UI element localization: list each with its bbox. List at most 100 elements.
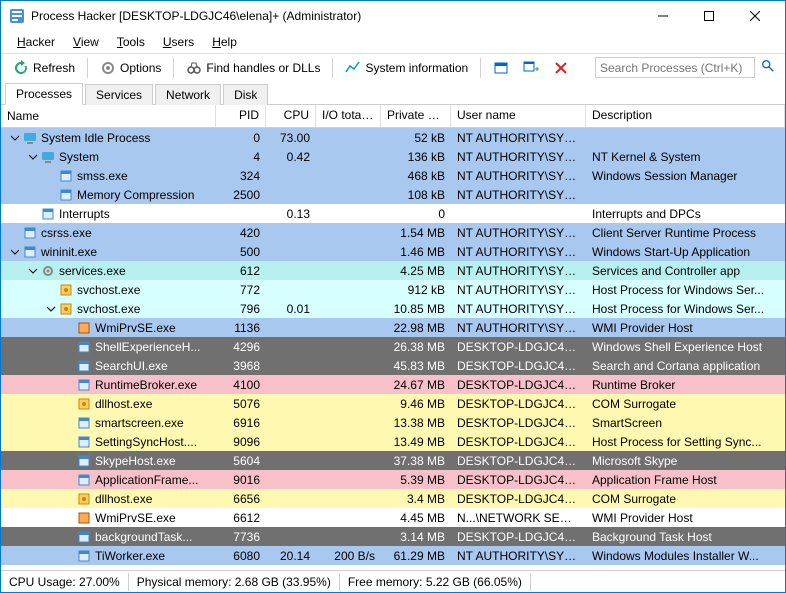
grid-body[interactable]: System Idle Process073.0052 kBNT AUTHORI… bbox=[1, 128, 785, 570]
process-row[interactable]: ShellExperienceH...429626.38 MBDESKTOP-L… bbox=[1, 337, 785, 356]
tab-disk[interactable]: Disk bbox=[223, 84, 268, 105]
cell-user: NT AUTHORITY\SYSTEM bbox=[451, 245, 586, 259]
cell-desc: Windows Start-Up Application bbox=[586, 245, 785, 259]
process-row[interactable]: svchost.exe772912 kBNT AUTHORITY\SYSTEMH… bbox=[1, 280, 785, 299]
col-cpu[interactable]: CPU bbox=[266, 105, 316, 127]
sysinfo-button[interactable]: System information bbox=[339, 57, 474, 79]
col-io[interactable]: I/O total ... bbox=[316, 105, 381, 127]
cell-pid: 5076 bbox=[216, 397, 266, 411]
chart-icon bbox=[345, 60, 361, 76]
cell-desc: Host Process for Windows Ser... bbox=[586, 283, 785, 297]
tab-network[interactable]: Network bbox=[155, 84, 221, 105]
process-icon bbox=[77, 435, 91, 449]
cell-user: DESKTOP-LDGJC46\elen bbox=[451, 416, 586, 430]
process-row[interactable]: dllhost.exe66563.4 MBDESKTOP-LDGJC46\ele… bbox=[1, 489, 785, 508]
cell-user: DESKTOP-LDGJC46\elen bbox=[451, 454, 586, 468]
process-row[interactable]: System Idle Process073.0052 kBNT AUTHORI… bbox=[1, 128, 785, 147]
cell-private: 24.67 MB bbox=[381, 378, 451, 392]
cell-private: 26.38 MB bbox=[381, 340, 451, 354]
cell-user: NT AUTHORITY\SYSTEM bbox=[451, 549, 586, 563]
window-tool-1[interactable] bbox=[487, 57, 515, 79]
cell-pid: 5604 bbox=[216, 454, 266, 468]
cell-user: N...\NETWORK SERVICE bbox=[451, 511, 586, 525]
process-name: dllhost.exe bbox=[95, 492, 152, 506]
tab-processes[interactable]: Processes bbox=[5, 83, 83, 105]
col-name[interactable]: Name bbox=[1, 105, 216, 127]
cell-private: 5.39 MB bbox=[381, 473, 451, 487]
cell-cpu: 73.00 bbox=[266, 131, 316, 145]
cell-private: 52 kB bbox=[381, 131, 451, 145]
process-row[interactable]: SearchUI.exe396845.83 MBDESKTOP-LDGJC46\… bbox=[1, 356, 785, 375]
process-row[interactable]: smartscreen.exe691613.38 MBDESKTOP-LDGJC… bbox=[1, 413, 785, 432]
process-row[interactable]: WmiPrvSE.exe113622.98 MBNT AUTHORITY\SYS… bbox=[1, 318, 785, 337]
cell-user: DESKTOP-LDGJC46\elen bbox=[451, 340, 586, 354]
maximize-button[interactable] bbox=[686, 2, 731, 30]
menu-users[interactable]: Users bbox=[155, 33, 202, 51]
process-icon bbox=[77, 530, 91, 544]
cell-pid: 4100 bbox=[216, 378, 266, 392]
cell-desc: Background Task Host bbox=[586, 530, 785, 544]
process-name: SearchUI.exe bbox=[95, 359, 168, 373]
status-bar: CPU Usage: 27.00% Physical memory: 2.68 … bbox=[1, 570, 785, 592]
cell-user: NT AUTHORITY\SYSTEM bbox=[451, 131, 586, 145]
col-pid[interactable]: PID bbox=[216, 105, 266, 127]
cell-private: 13.49 MB bbox=[381, 435, 451, 449]
cell-private: 4.45 MB bbox=[381, 511, 451, 525]
process-row[interactable]: smss.exe324468 kBNT AUTHORITY\SYSTEMWind… bbox=[1, 166, 785, 185]
toolbar: Refresh Options Find handles or DLLs Sys… bbox=[1, 53, 785, 81]
search-button[interactable] bbox=[757, 57, 779, 79]
process-row[interactable]: wininit.exe5001.46 MBNT AUTHORITY\SYSTEM… bbox=[1, 242, 785, 261]
expand-icon[interactable] bbox=[9, 132, 21, 144]
window-tool-2[interactable] bbox=[517, 57, 545, 79]
expand-icon[interactable] bbox=[27, 265, 39, 277]
cell-private: 22.98 MB bbox=[381, 321, 451, 335]
process-row[interactable]: RuntimeBroker.exe410024.67 MBDESKTOP-LDG… bbox=[1, 375, 785, 394]
separator bbox=[173, 58, 174, 78]
menu-tools[interactable]: Tools bbox=[109, 33, 153, 51]
process-icon bbox=[41, 264, 55, 278]
process-row[interactable]: SettingSyncHost....909613.49 MBDESKTOP-L… bbox=[1, 432, 785, 451]
close-button[interactable] bbox=[732, 2, 777, 30]
col-private[interactable]: Private b... bbox=[381, 105, 451, 127]
process-icon bbox=[77, 378, 91, 392]
cell-user: DESKTOP-LDGJC46\elen bbox=[451, 435, 586, 449]
process-row[interactable]: services.exe6124.25 MBNT AUTHORITY\SYSTE… bbox=[1, 261, 785, 280]
process-name: services.exe bbox=[59, 264, 126, 278]
cell-user: DESKTOP-LDGJC46\elen bbox=[451, 530, 586, 544]
menu-help[interactable]: Help bbox=[204, 33, 245, 51]
process-name: TiWorker.exe bbox=[95, 549, 165, 563]
refresh-button[interactable]: Refresh bbox=[7, 57, 81, 79]
cell-pid: 4 bbox=[216, 150, 266, 164]
process-row[interactable]: WmiPrvSE.exe66124.45 MBN...\NETWORK SERV… bbox=[1, 508, 785, 527]
expand-icon[interactable] bbox=[9, 246, 21, 258]
process-icon bbox=[41, 207, 55, 221]
col-user[interactable]: User name bbox=[451, 105, 586, 127]
search-input[interactable] bbox=[595, 57, 755, 78]
process-row[interactable]: ApplicationFrame...90165.39 MBDESKTOP-LD… bbox=[1, 470, 785, 489]
menu-hacker[interactable]: Hacker bbox=[9, 33, 63, 51]
sysinfo-label: System information bbox=[365, 61, 468, 75]
process-row[interactable]: Interrupts0.130Interrupts and DPCs bbox=[1, 204, 785, 223]
process-name: smss.exe bbox=[77, 169, 128, 183]
process-row[interactable]: svchost.exe7960.0110.85 MBNT AUTHORITY\S… bbox=[1, 299, 785, 318]
process-grid: Name PID CPU I/O total ... Private b... … bbox=[1, 105, 785, 570]
cell-pid: 6656 bbox=[216, 492, 266, 506]
process-row[interactable]: System40.42136 kBNT AUTHORITY\SYSTEMNT K… bbox=[1, 147, 785, 166]
cell-private: 10.85 MB bbox=[381, 302, 451, 316]
process-row[interactable]: dllhost.exe50769.46 MBDESKTOP-LDGJC46\el… bbox=[1, 394, 785, 413]
process-icon bbox=[77, 454, 91, 468]
process-row[interactable]: backgroundTask...77363.14 MBDESKTOP-LDGJ… bbox=[1, 527, 785, 546]
process-row[interactable]: TiWorker.exe608020.14200 B/s61.29 MBNT A… bbox=[1, 546, 785, 565]
process-row[interactable]: Memory Compression2500108 kBNT AUTHORITY… bbox=[1, 185, 785, 204]
menu-view[interactable]: View bbox=[65, 33, 107, 51]
process-row[interactable]: csrss.exe4201.54 MBNT AUTHORITY\SYSTEMCl… bbox=[1, 223, 785, 242]
tab-services[interactable]: Services bbox=[85, 84, 153, 105]
close-tool[interactable] bbox=[547, 57, 575, 79]
expand-icon[interactable] bbox=[45, 303, 57, 315]
col-desc[interactable]: Description bbox=[586, 105, 785, 127]
process-row[interactable]: SkypeHost.exe560437.38 MBDESKTOP-LDGJC46… bbox=[1, 451, 785, 470]
options-button[interactable]: Options bbox=[94, 57, 167, 79]
expand-icon[interactable] bbox=[27, 151, 39, 163]
find-button[interactable]: Find handles or DLLs bbox=[180, 57, 326, 79]
minimize-button[interactable] bbox=[640, 2, 685, 30]
